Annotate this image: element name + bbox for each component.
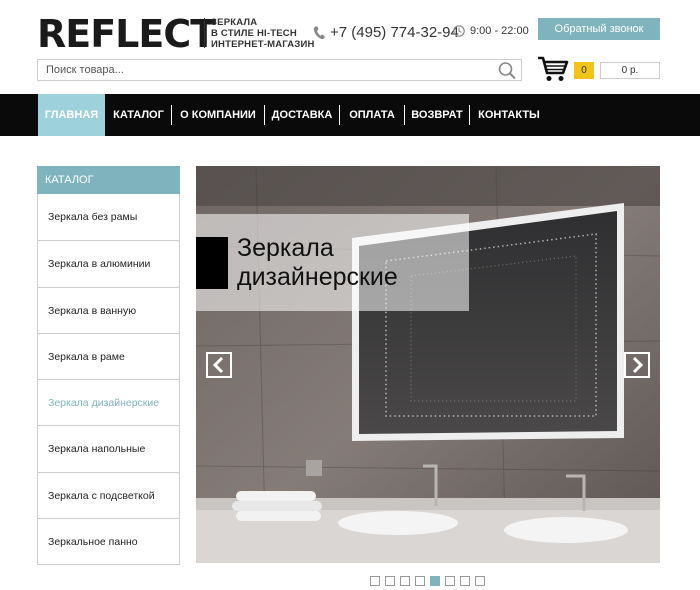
- slider-dot[interactable]: [400, 576, 410, 586]
- nav-item-catalog[interactable]: КАТАЛОГ: [110, 94, 167, 136]
- slider-pagination: [370, 576, 485, 586]
- cart-count-badge[interactable]: 0: [574, 62, 594, 79]
- sidebar-list: Зеркала без рамы Зеркала в алюминии Зерк…: [37, 194, 180, 566]
- search-icon[interactable]: [497, 61, 517, 80]
- sidebar-item-frameless[interactable]: Зеркала без рамы: [38, 194, 179, 240]
- slider-dot[interactable]: [370, 576, 380, 586]
- search-bar: [37, 59, 522, 81]
- slide-caption-marker: [196, 237, 228, 289]
- sidebar-item-panel[interactable]: Зеркальное панно: [38, 518, 179, 564]
- site-logo[interactable]: REFLECT: [37, 14, 216, 54]
- search-input[interactable]: [38, 60, 488, 80]
- nav-separator: [171, 105, 172, 125]
- nav-separator: [339, 105, 340, 125]
- sidebar-item-floor[interactable]: Зеркала напольные: [38, 425, 179, 471]
- slider-dot[interactable]: [385, 576, 395, 586]
- slider-dot[interactable]: [475, 576, 485, 586]
- callback-button[interactable]: Обратный звонок: [538, 18, 660, 40]
- slider-prev-button[interactable]: [206, 352, 232, 378]
- logo-divider: [204, 18, 205, 48]
- working-hours: 9:00 - 22:00: [470, 25, 529, 37]
- nav-item-returns[interactable]: ВОЗВРАТ: [409, 94, 465, 136]
- nav-separator: [404, 105, 405, 125]
- slider-next-button[interactable]: [624, 352, 650, 378]
- cart-total[interactable]: 0 р.: [600, 62, 660, 79]
- nav-separator: [469, 105, 470, 125]
- slider-dot[interactable]: [460, 576, 470, 586]
- phone-icon: [313, 26, 325, 39]
- nav-item-about[interactable]: О КОМПАНИИ: [176, 94, 260, 136]
- phone-number[interactable]: +7 (495) 774-32-94: [330, 24, 459, 41]
- main-nav: ГЛАВНАЯ КАТАЛОГ О КОМПАНИИ ДОСТАВКА ОПЛА…: [0, 94, 700, 136]
- tagline-line-1: ЗЕРКАЛА: [211, 17, 258, 28]
- chevron-left-icon: [212, 356, 224, 374]
- chevron-right-icon: [632, 356, 644, 374]
- slide-caption-line-1: Зеркала: [237, 234, 334, 262]
- slider-dot[interactable]: [415, 576, 425, 586]
- nav-item-delivery[interactable]: ДОСТАВКА: [269, 94, 335, 136]
- nav-item-payment[interactable]: ОПЛАТА: [344, 94, 400, 136]
- sidebar-item-framed[interactable]: Зеркала в раме: [38, 332, 179, 379]
- slider-dot-active[interactable]: [430, 576, 440, 586]
- slider-dot[interactable]: [445, 576, 455, 586]
- nav-separator: [264, 105, 265, 125]
- tagline-line-2: В СТИЛЕ HI-TECH: [211, 28, 297, 39]
- tagline-line-3: ИНТЕРНЕТ-МАГАЗИН: [211, 39, 315, 50]
- clock-icon: [453, 25, 465, 37]
- slide-caption: Зеркала дизайнерские: [237, 234, 398, 292]
- slide-caption-line-2: дизайнерские: [237, 263, 398, 291]
- nav-item-contacts[interactable]: КОНТАКТЫ: [474, 94, 544, 136]
- cart-icon[interactable]: [537, 55, 569, 83]
- hours-block: 9:00 - 22:00: [453, 25, 529, 37]
- phone-block: +7 (495) 774-32-94: [313, 24, 459, 41]
- nav-item-home[interactable]: ГЛАВНАЯ: [38, 94, 105, 136]
- sidebar-item-bathroom[interactable]: Зеркала в ванную: [38, 286, 179, 333]
- sidebar-item-designer[interactable]: Зеркала дизайнерские: [38, 379, 179, 425]
- sidebar-item-backlit[interactable]: Зеркала с подсветкой: [38, 471, 179, 518]
- catalog-sidebar: КАТАЛОГ Зеркала без рамы Зеркала в алюми…: [37, 166, 180, 566]
- tagline: ЗЕРКАЛА В СТИЛЕ HI-TECH ИНТЕРНЕТ-МАГАЗИН: [211, 17, 315, 50]
- sidebar-item-aluminium[interactable]: Зеркала в алюминии: [38, 240, 179, 286]
- hero-slider: Зеркала дизайнерские: [196, 166, 660, 563]
- sidebar-title: КАТАЛОГ: [37, 166, 180, 194]
